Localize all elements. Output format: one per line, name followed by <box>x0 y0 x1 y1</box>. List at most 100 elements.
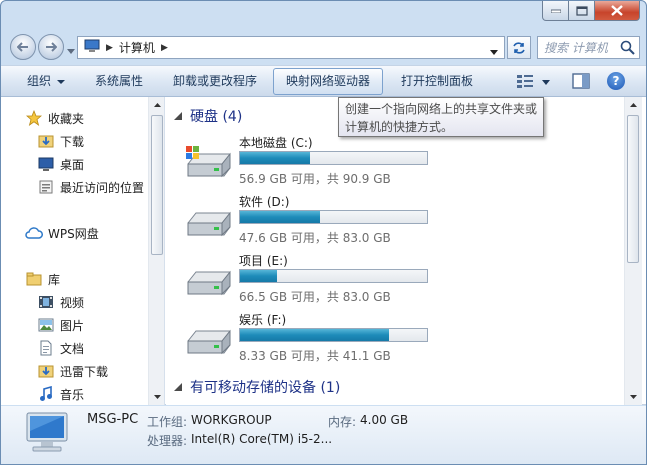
processor-label: 处理器: <box>147 434 188 448</box>
computer-name: MSG-PC <box>87 412 139 427</box>
scrollbar-thumb[interactable] <box>627 115 639 263</box>
group-header-hard-disks[interactable]: 硬盘 (4) <box>174 106 242 126</box>
computer-icon <box>84 39 100 56</box>
sidebar-item-label: 库 <box>48 272 61 287</box>
hard-drive-icon <box>187 329 231 355</box>
search-icon[interactable] <box>620 40 635 58</box>
file-list-scrollbar[interactable] <box>624 97 642 405</box>
search-input[interactable]: 搜索 计算机 <box>537 36 640 59</box>
drive-item[interactable]: 软件 (D:) 47.6 GB 可用，共 83.0 GB <box>184 193 444 251</box>
sidebar-item-label: 桌面 <box>60 157 85 172</box>
drive-name: 本地磁盘 (C:) <box>239 136 313 150</box>
preview-pane-button[interactable] <box>572 73 590 92</box>
scroll-up-icon[interactable] <box>149 97 164 113</box>
drive-item[interactable]: 本地磁盘 (C:) 56.9 GB 可用，共 90.9 GB <box>184 134 444 192</box>
maximize-button[interactable] <box>569 1 595 21</box>
chevron-down-icon[interactable] <box>542 74 550 88</box>
address-bar[interactable]: ▶ 计算机 ▶ <box>77 36 505 59</box>
arrow-left-icon <box>17 42 28 52</box>
document-icon <box>37 339 55 357</box>
refresh-button[interactable] <box>507 36 531 59</box>
tooltip-line: 计算机的快捷方式。 <box>345 120 454 134</box>
recent-pages-dropdown[interactable] <box>67 43 75 57</box>
cloud-icon <box>25 224 43 242</box>
command-bar: 组织 系统属性 卸载或更改程序 映射网络驱动器 打开控制面板 ? <box>1 65 646 97</box>
picture-icon <box>37 316 55 334</box>
scroll-down-icon[interactable] <box>149 389 164 405</box>
drive-item[interactable]: 娱乐 (F:) 8.33 GB 可用，共 41.1 GB <box>184 311 444 369</box>
computer-icon <box>23 409 71 458</box>
map-network-drive-button[interactable]: 映射网络驱动器 <box>273 68 384 95</box>
sidebar-item-favorites[interactable]: 收藏夹 <box>25 108 84 128</box>
open-control-panel-button[interactable]: 打开控制面板 <box>401 66 473 97</box>
music-icon <box>37 385 55 403</box>
sidebar-item-videos[interactable]: 视频 <box>37 292 84 312</box>
minimize-icon <box>550 9 561 13</box>
drive-free-space: 66.5 GB 可用，共 83.0 GB <box>239 290 391 304</box>
tooltip-line: 创建一个指向网络上的共享文件夹或 <box>345 102 538 116</box>
collapse-icon[interactable] <box>174 379 182 395</box>
file-list-pane: 硬盘 (4) 本地磁盘 (C:) 56.9 GB 可用，共 90.9 GB 软件 (… <box>166 97 624 405</box>
sidebar-item-label: 下载 <box>60 134 85 149</box>
star-icon <box>25 109 43 127</box>
sidebar-item-documents[interactable]: 文档 <box>37 338 84 358</box>
drive-free-space: 8.33 GB 可用，共 41.1 GB <box>239 349 391 363</box>
sidebar-item-thunder-downloads[interactable]: 迅雷下载 <box>37 361 108 381</box>
group-header-label: 有可移动存储的设备 (1) <box>190 380 341 396</box>
sidebar-item-label: 文档 <box>60 341 85 356</box>
sidebar-item-label: 图片 <box>60 318 85 333</box>
arrow-right-icon <box>46 42 57 52</box>
video-icon <box>37 293 55 311</box>
refresh-icon <box>513 41 525 54</box>
uninstall-program-button[interactable]: 卸载或更改程序 <box>173 66 257 97</box>
close-icon <box>611 5 623 16</box>
sidebar-item-pictures[interactable]: 图片 <box>37 315 84 335</box>
breadcrumb-separator-icon[interactable]: ▶ <box>161 43 168 53</box>
minimize-button[interactable] <box>542 1 569 21</box>
sidebar-item-label: 最近访问的位置 <box>60 180 145 195</box>
sidebar-item-library[interactable]: 库 <box>25 269 60 289</box>
forward-button[interactable] <box>38 34 64 60</box>
scroll-up-icon[interactable] <box>625 97 641 113</box>
workgroup-value: WORKGROUP <box>191 413 272 427</box>
recent-places-icon <box>37 178 55 196</box>
system-properties-button[interactable]: 系统属性 <box>95 66 143 97</box>
close-button[interactable] <box>595 1 640 21</box>
sidebar-item-label: WPS网盘 <box>48 226 99 241</box>
memory-label: 内存: <box>328 415 357 429</box>
maximize-icon <box>575 5 588 16</box>
back-button[interactable] <box>10 34 36 60</box>
sidebar-item-desktop[interactable]: 桌面 <box>37 154 84 174</box>
breadcrumb-separator-icon[interactable]: ▶ <box>106 43 113 53</box>
drive-free-space: 56.9 GB 可用，共 90.9 GB <box>239 172 391 186</box>
navigation-pane-scrollbar[interactable] <box>148 97 164 405</box>
drive-usage-fill <box>240 152 310 164</box>
breadcrumb-computer[interactable]: 计算机 <box>119 39 155 56</box>
scrollbar-thumb[interactable] <box>151 115 163 255</box>
content-area: 收藏夹 下载 桌面 最近访问的位置 WPS网盘 库 视频 图片 文档 迅雷下载 … <box>1 97 646 405</box>
organize-menu[interactable]: 组织 <box>27 66 66 97</box>
processor-value: Intel(R) Core(TM) i5-2... <box>191 432 333 446</box>
sidebar-item-downloads[interactable]: 下载 <box>37 131 84 151</box>
sidebar-item-recent-places[interactable]: 最近访问的位置 <box>37 177 144 197</box>
download-folder-icon <box>37 362 55 380</box>
drive-item[interactable]: 项目 (E:) 66.5 GB 可用，共 83.0 GB <box>184 252 444 310</box>
scroll-down-icon[interactable] <box>625 389 641 405</box>
drive-name: 娱乐 (F:) <box>239 313 287 327</box>
sidebar-item-label: 音乐 <box>60 387 85 402</box>
drive-usage-bar <box>239 210 428 224</box>
sidebar-item-wps[interactable]: WPS网盘 <box>25 223 99 243</box>
hard-drive-icon <box>186 146 231 178</box>
change-view-button[interactable] <box>516 73 550 89</box>
search-placeholder: 搜索 计算机 <box>544 41 608 55</box>
library-icon <box>25 270 43 288</box>
drive-usage-fill <box>240 211 320 223</box>
group-header-removable[interactable]: 有可移动存储的设备 (1) <box>174 377 340 397</box>
collapse-icon[interactable] <box>174 108 182 124</box>
sidebar-item-music[interactable]: 音乐 <box>37 384 84 404</box>
drive-name: 软件 (D:) <box>239 195 290 209</box>
address-dropdown-icon[interactable] <box>490 44 498 58</box>
help-button[interactable]: ? <box>607 72 625 90</box>
sidebar-item-label: 收藏夹 <box>48 111 85 126</box>
details-pane: MSG-PC 工作组: WORKGROUP 内存: 4.00 GB 处理器: I… <box>1 406 646 464</box>
